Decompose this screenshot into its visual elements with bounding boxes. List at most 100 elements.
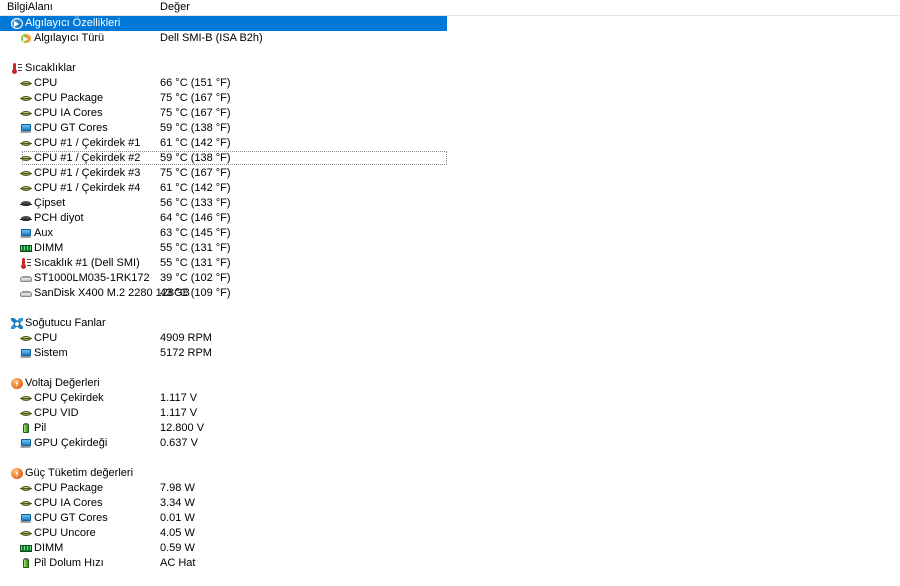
sensor-reading-row[interactable]: PCH diyot 64 °C (146 °F): [0, 211, 900, 226]
row-value: 64 °C (146 °F): [160, 212, 231, 224]
sensor-group-row[interactable]: Algılayıcı Özellikleri: [0, 16, 447, 31]
cpu-icon: [20, 183, 32, 194]
battery-icon: [20, 558, 32, 569]
sensor-reading-row[interactable]: CPU 4909 RPM: [0, 331, 900, 346]
row-label: PCH diyot: [34, 212, 84, 224]
row-label: Çipset: [34, 197, 66, 209]
row-value: 43 °C (109 °F): [160, 287, 231, 299]
sensor-reading-row[interactable]: CPU Package 75 °C (167 °F): [0, 91, 900, 106]
row-label: CPU Çekirdek: [34, 392, 104, 404]
row-label: Güç Tüketim değerleri: [25, 467, 134, 479]
sensor-reading-row[interactable]: CPU Package 7.98 W: [0, 481, 900, 496]
sensor-reading-row[interactable]: Algılayıcı Türü Dell SMI-B (ISA B2h): [0, 31, 900, 46]
row-spacer: [0, 451, 900, 466]
gpu-icon: [20, 438, 32, 449]
row-label: DIMM: [34, 542, 64, 554]
voltage-icon: [11, 378, 23, 389]
gpu-icon: [20, 348, 32, 359]
sensor-group-row[interactable]: Sıcaklıklar: [0, 61, 900, 76]
row-value: 7.98 W: [160, 482, 195, 494]
sensor-reading-row[interactable]: SanDisk X400 M.2 2280 128GB 43 °C (109 °F…: [0, 286, 900, 301]
column-header-divider[interactable]: [155, 0, 156, 15]
sensor-reading-row[interactable]: GPU Çekirdeği 0.637 V: [0, 436, 900, 451]
sensor-reading-row[interactable]: DIMM 55 °C (131 °F): [0, 241, 900, 256]
sensor-reading-row[interactable]: Pil Dolum Hızı AC Hat: [0, 556, 900, 571]
row-label: Aux: [34, 227, 53, 239]
row-label: ST1000LM035-1RK172: [34, 272, 150, 284]
column-header-value[interactable]: Değer: [160, 1, 190, 13]
row-spacer: [0, 46, 900, 61]
sensor-reading-row[interactable]: CPU IA Cores 75 °C (167 °F): [0, 106, 900, 121]
cpu-icon: [20, 393, 32, 404]
row-value: 55 °C (131 °F): [160, 242, 231, 254]
sensor-reading-row[interactable]: CPU #1 / Çekirdek #1 61 °C (142 °F): [0, 136, 900, 151]
row-value: 0.01 W: [160, 512, 195, 524]
disk-icon: [20, 288, 32, 299]
row-value: 4909 RPM: [160, 332, 212, 344]
row-label: GPU Çekirdeği: [34, 437, 108, 449]
row-value: 0.59 W: [160, 542, 195, 554]
row-label: CPU IA Cores: [34, 107, 103, 119]
row-label: CPU #1 / Çekirdek #4: [34, 182, 141, 194]
sensor-reading-row[interactable]: Sıcaklık #1 (Dell SMI) 55 °C (131 °F): [0, 256, 900, 271]
row-value: 75 °C (167 °F): [160, 107, 231, 119]
sensor-reading-row[interactable]: CPU #1 / Çekirdek #3 75 °C (167 °F): [0, 166, 900, 181]
row-value: 61 °C (142 °F): [160, 182, 231, 194]
sensor-reading-row[interactable]: Çipset 56 °C (133 °F): [0, 196, 900, 211]
sensor-row-list: Algılayıcı Özellikleri Algılayıcı Türü Del…: [0, 16, 900, 571]
sensor-group-row[interactable]: Voltaj Değerleri: [0, 376, 900, 391]
voltage-icon: [11, 468, 23, 479]
gpu-icon: [20, 513, 32, 524]
sensor-group-row[interactable]: Güç Tüketim değerleri: [0, 466, 900, 481]
row-value: 4.05 W: [160, 527, 195, 539]
row-value: 39 °C (102 °F): [160, 272, 231, 284]
row-label: CPU Package: [34, 92, 104, 104]
row-label: Sistem: [34, 347, 68, 359]
sensor-reading-row[interactable]: CPU Çekirdek 1.117 V: [0, 391, 900, 406]
sensor-reading-row[interactable]: CPU Uncore 4.05 W: [0, 526, 900, 541]
cpu-icon: [20, 483, 32, 494]
sensor-group-row[interactable]: Soğutucu Fanlar: [0, 316, 900, 331]
row-label: Pil: [34, 422, 47, 434]
row-label: Soğutucu Fanlar: [25, 317, 106, 329]
sensor-reading-row[interactable]: CPU IA Cores 3.34 W: [0, 496, 900, 511]
row-value: 1.117 V: [160, 407, 198, 419]
thermometer-icon: [20, 258, 32, 269]
cpu-icon: [20, 408, 32, 419]
row-value: 5172 RPM: [160, 347, 212, 359]
row-label: CPU #1 / Çekirdek #1: [34, 137, 141, 149]
battery-icon: [20, 423, 32, 434]
cpu-icon: [20, 78, 32, 89]
sensor-reading-row[interactable]: CPU #1 / Çekirdek #2 59 °C (138 °F): [0, 151, 900, 166]
sensor-reading-row[interactable]: Aux 63 °C (145 °F): [0, 226, 900, 241]
row-spacer: [0, 361, 900, 376]
sensor-icon: [20, 33, 32, 44]
sensor-reading-row[interactable]: Pil 12.800 V: [0, 421, 900, 436]
row-label: CPU IA Cores: [34, 497, 103, 509]
row-label: DIMM: [34, 242, 64, 254]
sensor-reading-row[interactable]: CPU VID 1.117 V: [0, 406, 900, 421]
sensor-reading-row[interactable]: ST1000LM035-1RK172 39 °C (102 °F): [0, 271, 900, 286]
row-label: CPU #1 / Çekirdek #2: [34, 152, 141, 164]
row-value: 63 °C (145 °F): [160, 227, 231, 239]
row-value: AC Hat: [160, 557, 196, 569]
fan-icon: [11, 318, 23, 329]
sensor-reading-row[interactable]: Sistem 5172 RPM: [0, 346, 900, 361]
row-label: Voltaj Değerleri: [25, 377, 100, 389]
gpu-icon: [20, 123, 32, 134]
row-label: CPU: [34, 77, 58, 89]
sensor-reading-row[interactable]: CPU GT Cores 59 °C (138 °F): [0, 121, 900, 136]
row-label: CPU Uncore: [34, 527, 96, 539]
sensor-reading-row[interactable]: CPU 66 °C (151 °F): [0, 76, 900, 91]
sensor-icon: [11, 18, 23, 29]
sensor-reading-row[interactable]: DIMM 0.59 W: [0, 541, 900, 556]
column-header-field[interactable]: BilgiAlanı: [7, 1, 53, 13]
gpu-icon: [20, 228, 32, 239]
sensor-reading-row[interactable]: CPU #1 / Çekirdek #4 61 °C (142 °F): [0, 181, 900, 196]
row-label: Pil Dolum Hızı: [34, 557, 104, 569]
row-label: Sıcaklıklar: [25, 62, 76, 74]
cpu-icon: [20, 138, 32, 149]
cpu-icon: [20, 168, 32, 179]
row-value: 55 °C (131 °F): [160, 257, 231, 269]
sensor-reading-row[interactable]: CPU GT Cores 0.01 W: [0, 511, 900, 526]
